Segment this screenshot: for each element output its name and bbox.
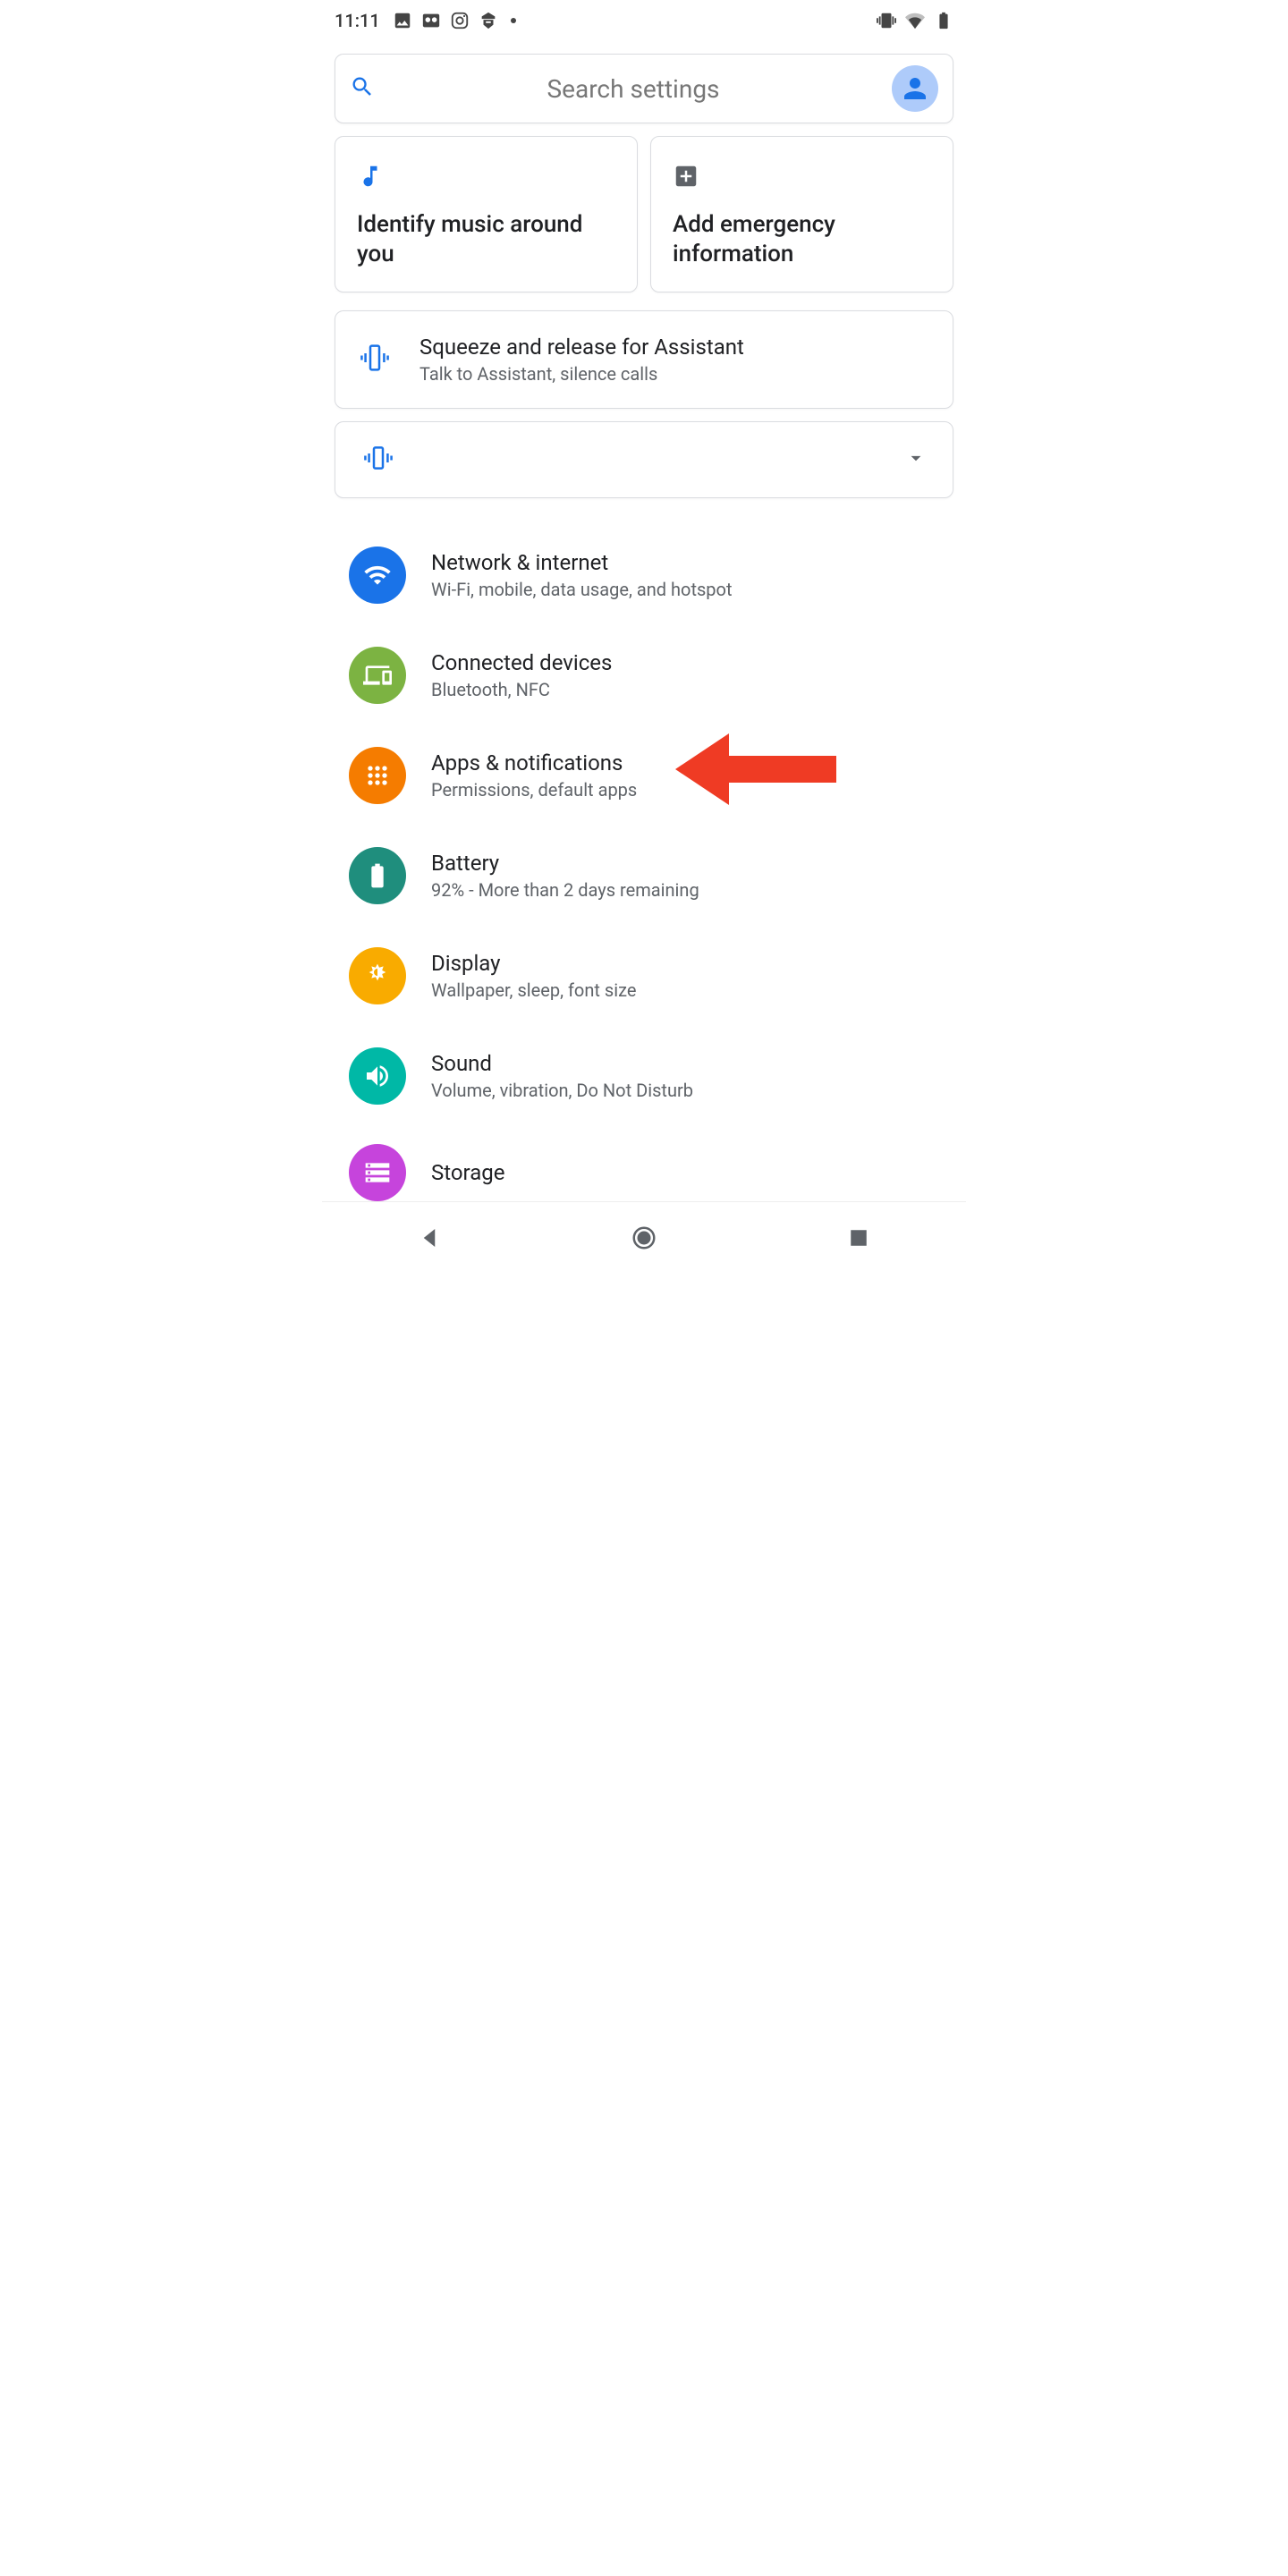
- assistant-card-subtitle: Talk to Assistant, silence calls: [419, 363, 744, 385]
- battery-status-icon: [934, 11, 953, 30]
- voicemail-icon: [421, 11, 441, 30]
- setting-devices-title: Connected devices: [431, 650, 612, 675]
- storage-icon: [349, 1144, 406, 1201]
- sound-icon: [349, 1047, 406, 1105]
- instagram-icon: [450, 11, 470, 30]
- search-bar[interactable]: Search settings: [335, 54, 953, 123]
- medical-plus-icon: [673, 157, 935, 196]
- navigation-bar: [322, 1201, 966, 1273]
- card-squeeze-assistant[interactable]: Squeeze and release for Assistant Talk t…: [335, 310, 953, 409]
- apps-icon: [349, 747, 406, 804]
- setting-display[interactable]: Display Wallpaper, sleep, font size: [322, 926, 966, 1026]
- nav-recent-button[interactable]: [841, 1220, 877, 1256]
- print-icon: [479, 11, 498, 30]
- card-music-text: Identify music around you: [357, 210, 619, 268]
- card-identify-music[interactable]: Identify music around you: [335, 136, 638, 292]
- wifi-icon: [349, 547, 406, 604]
- nav-back-button[interactable]: [411, 1220, 447, 1256]
- music-note-icon: [357, 157, 619, 196]
- chevron-down-icon: [904, 446, 928, 473]
- setting-connected-devices[interactable]: Connected devices Bluetooth, NFC: [322, 625, 966, 725]
- setting-apps-notifications[interactable]: Apps & notifications Permissions, defaul…: [322, 725, 966, 826]
- setting-network-title: Network & internet: [431, 550, 732, 575]
- setting-storage-title: Storage: [431, 1160, 504, 1185]
- setting-sound[interactable]: Sound Volume, vibration, Do Not Disturb: [322, 1026, 966, 1126]
- squeeze-phone-icon: [357, 340, 393, 379]
- setting-network[interactable]: Network & internet Wi-Fi, mobile, data u…: [322, 525, 966, 625]
- devices-icon: [349, 647, 406, 704]
- search-placeholder: Search settings: [375, 74, 892, 104]
- setting-apps-title: Apps & notifications: [431, 750, 637, 775]
- settings-list: Network & internet Wi-Fi, mobile, data u…: [322, 525, 966, 1201]
- search-icon: [350, 74, 375, 103]
- setting-apps-sub: Permissions, default apps: [431, 779, 637, 801]
- setting-sound-sub: Volume, vibration, Do Not Disturb: [431, 1080, 693, 1101]
- setting-display-title: Display: [431, 951, 636, 976]
- profile-avatar[interactable]: [892, 65, 938, 112]
- card-vibrate-expand[interactable]: [335, 421, 953, 498]
- status-bar: 11:11: [322, 0, 966, 41]
- setting-devices-sub: Bluetooth, NFC: [431, 679, 612, 700]
- card-emergency-info[interactable]: Add emergency information: [650, 136, 953, 292]
- assistant-card-title: Squeeze and release for Assistant: [419, 335, 744, 360]
- battery-icon: [349, 847, 406, 904]
- photos-icon: [393, 11, 412, 30]
- setting-network-sub: Wi-Fi, mobile, data usage, and hotspot: [431, 579, 732, 600]
- more-notifications-icon: [511, 18, 516, 23]
- setting-battery-title: Battery: [431, 851, 699, 876]
- vibrate-icon: [360, 440, 396, 479]
- card-emergency-text: Add emergency information: [673, 210, 935, 268]
- wifi-status-icon: [905, 11, 925, 30]
- status-clock: 11:11: [335, 10, 380, 31]
- setting-display-sub: Wallpaper, sleep, font size: [431, 979, 636, 1001]
- setting-battery[interactable]: Battery 92% - More than 2 days remaining: [322, 826, 966, 926]
- setting-sound-title: Sound: [431, 1051, 693, 1076]
- nav-home-button[interactable]: [626, 1220, 662, 1256]
- setting-battery-sub: 92% - More than 2 days remaining: [431, 879, 699, 901]
- vibrate-status-icon: [877, 11, 896, 30]
- annotation-arrow: [675, 729, 836, 813]
- setting-storage[interactable]: Storage: [322, 1126, 966, 1201]
- display-icon: [349, 947, 406, 1004]
